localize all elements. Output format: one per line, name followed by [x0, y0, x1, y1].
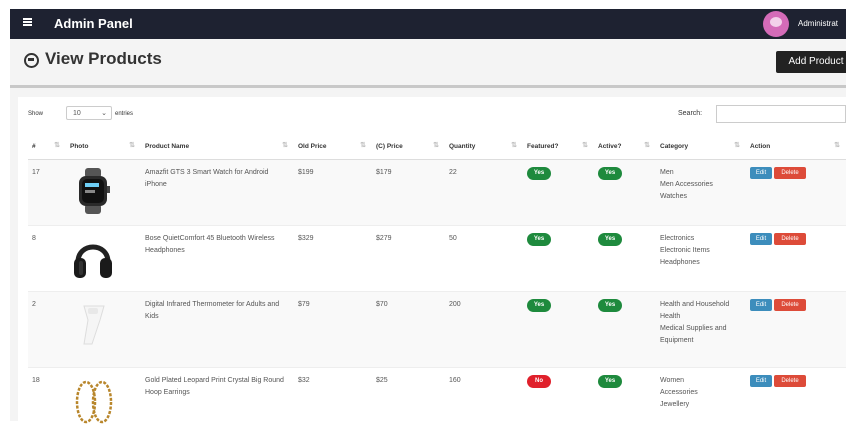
thermometer-image	[70, 298, 116, 348]
col-header-active[interactable]: Active?⇅	[594, 133, 656, 160]
sort-icon: ⇅	[360, 141, 366, 149]
col-header-featured[interactable]: Featured?⇅	[523, 133, 594, 160]
active-badge[interactable]: Yes	[598, 167, 622, 180]
sort-icon: ⇅	[129, 141, 135, 149]
row-id: 8	[28, 226, 66, 292]
price: $25	[372, 368, 445, 429]
arrow-circle-icon	[24, 53, 39, 68]
col-header-price[interactable]: (C) Price⇅	[372, 133, 445, 160]
table-row: 8 Bose QuietComfort 45 Bluetooth Wireles…	[28, 226, 846, 292]
sort-icon: ⇅	[433, 141, 439, 149]
main-content: View Products Add Product Show 10 ⌄ entr…	[10, 39, 846, 421]
search-input[interactable]	[716, 105, 846, 123]
avatar[interactable]	[763, 11, 789, 37]
admin-name[interactable]: Administrat	[798, 19, 838, 28]
page-length-value: 10	[73, 110, 81, 117]
featured-badge[interactable]: Yes	[527, 233, 551, 246]
delete-button[interactable]: Delete	[774, 167, 806, 179]
delete-button[interactable]: Delete	[774, 299, 806, 311]
category: ElectronicsElectronic ItemsHeadphones	[656, 226, 746, 292]
col-header-name[interactable]: Product Name⇅	[141, 133, 294, 160]
table-row: 18 Gold Plated Leopard Print Crystal Big…	[28, 368, 846, 429]
add-product-button[interactable]: Add Product	[776, 51, 846, 73]
earrings-image	[70, 374, 116, 424]
quantity: 22	[445, 160, 523, 226]
active-badge[interactable]: Yes	[598, 299, 622, 312]
search-label: Search:	[678, 110, 702, 117]
product-name[interactable]: Amazfit GTS 3 Smart Watch for Android iP…	[141, 160, 294, 226]
hamburger-menu-icon[interactable]	[23, 18, 32, 26]
edit-button[interactable]: Edit	[750, 233, 772, 245]
row-id: 17	[28, 160, 66, 226]
featured-badge[interactable]: Yes	[527, 299, 551, 312]
brand-title: Admin Panel	[54, 16, 133, 31]
product-name[interactable]: Digital Infrared Thermometer for Adults …	[141, 292, 294, 368]
category: MenMen AccessoriesWatches	[656, 160, 746, 226]
entries-label: entries	[115, 111, 133, 117]
product-name[interactable]: Bose QuietComfort 45 Bluetooth Wireless …	[141, 226, 294, 292]
sort-icon: ⇅	[511, 141, 517, 149]
sort-icon: ⇅	[282, 141, 288, 149]
price: $279	[372, 226, 445, 292]
edit-button[interactable]: Edit	[750, 375, 772, 387]
sort-icon: ⇅	[834, 141, 840, 149]
edit-button[interactable]: Edit	[750, 167, 772, 179]
delete-button[interactable]: Delete	[774, 375, 806, 387]
table-row: 2 Digital Infrared Thermometer for Adult…	[28, 292, 846, 368]
featured-badge[interactable]: No	[527, 375, 551, 388]
show-label: Show	[28, 111, 43, 117]
quantity: 200	[445, 292, 523, 368]
col-header-quantity[interactable]: Quantity⇅	[445, 133, 523, 160]
sort-icon: ⇅	[644, 141, 650, 149]
sort-icon: ⇅	[54, 141, 60, 149]
old-price: $199	[294, 160, 372, 226]
price: $70	[372, 292, 445, 368]
old-price: $79	[294, 292, 372, 368]
quantity: 160	[445, 368, 523, 429]
product-name[interactable]: Gold Plated Leopard Print Crystal Big Ro…	[141, 368, 294, 429]
row-id: 18	[28, 368, 66, 429]
col-header-old-price[interactable]: Old Price⇅	[294, 133, 372, 160]
row-id: 2	[28, 292, 66, 368]
page-length-select[interactable]: 10 ⌄	[66, 106, 112, 120]
headphones-image	[70, 232, 116, 282]
sort-icon: ⇅	[734, 141, 740, 149]
col-header-action[interactable]: Action⇅	[746, 133, 846, 160]
old-price: $329	[294, 226, 372, 292]
active-badge[interactable]: Yes	[598, 233, 622, 246]
edit-button[interactable]: Edit	[750, 299, 772, 311]
col-header-id[interactable]: #⇅	[28, 133, 66, 160]
active-badge[interactable]: Yes	[598, 375, 622, 388]
products-table: #⇅ Photo⇅ Product Name⇅ Old Price⇅ (C) P…	[28, 133, 846, 429]
col-header-category[interactable]: Category⇅	[656, 133, 746, 160]
sort-icon: ⇅	[582, 141, 588, 149]
featured-badge[interactable]: Yes	[527, 167, 551, 180]
old-price: $32	[294, 368, 372, 429]
page-title: View Products	[45, 49, 162, 69]
chevron-down-icon: ⌄	[101, 107, 107, 121]
category: WomenAccessoriesJewellery	[656, 368, 746, 429]
delete-button[interactable]: Delete	[774, 233, 806, 245]
table-row: 17 Amazfit GTS 3 Smart Watch for Andr	[28, 160, 846, 226]
smartwatch-image	[70, 166, 116, 216]
table-header-row: #⇅ Photo⇅ Product Name⇅ Old Price⇅ (C) P…	[28, 133, 846, 160]
price: $179	[372, 160, 445, 226]
page-header: View Products Add Product	[10, 39, 846, 88]
col-header-photo[interactable]: Photo⇅	[66, 133, 141, 160]
category: Health and HouseholdHealthMedical Suppli…	[656, 292, 746, 368]
products-panel: Show 10 ⌄ entries Search: #⇅ Photo⇅ Prod…	[18, 97, 846, 421]
top-navbar: Admin Panel Administrat	[10, 9, 846, 39]
quantity: 50	[445, 226, 523, 292]
